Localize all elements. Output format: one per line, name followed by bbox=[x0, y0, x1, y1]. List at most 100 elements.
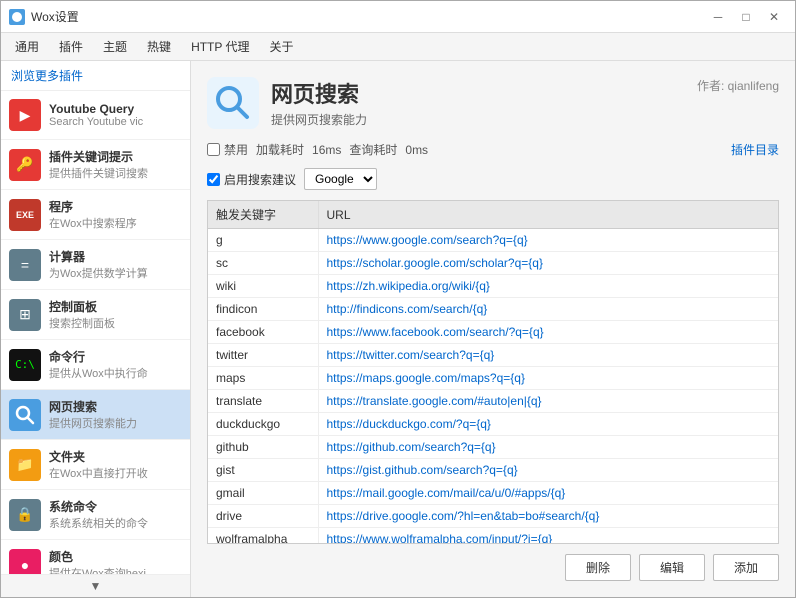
sidebar-scroll-down[interactable]: ▼ bbox=[1, 574, 190, 597]
table-row[interactable]: twitterhttps://twitter.com/search?q={q} bbox=[208, 344, 778, 367]
menubar: 通用 插件 主题 热键 HTTP 代理 关于 bbox=[1, 33, 795, 61]
sidebar-item-desc-2: 在Wox中搜索程序 bbox=[49, 215, 182, 231]
keyword-url-table: 触发关键字 URL ghttps://www.google.com/search… bbox=[208, 201, 778, 544]
sidebar-item-icon-1: 🔑 bbox=[9, 149, 41, 181]
table-row[interactable]: wikihttps://zh.wikipedia.org/wiki/{q} bbox=[208, 275, 778, 298]
url-cell: https://www.google.com/search?q={q} bbox=[318, 229, 778, 252]
disable-checkbox[interactable] bbox=[207, 143, 220, 156]
table-header-row: 触发关键字 URL bbox=[208, 201, 778, 229]
sidebar-item-icon-6 bbox=[9, 399, 41, 431]
menu-plugins[interactable]: 插件 bbox=[49, 34, 93, 59]
edit-button[interactable]: 编辑 bbox=[639, 554, 705, 581]
browse-more-plugins-link[interactable]: 浏览更多插件 bbox=[1, 61, 190, 91]
titlebar: Wox设置 ─ □ ✕ bbox=[1, 1, 795, 33]
sidebar-item-name-2: 程序 bbox=[49, 198, 182, 215]
sidebar-item-8[interactable]: 🔒系统命令系统系统相关的命令 bbox=[1, 490, 190, 540]
window-title: Wox设置 bbox=[31, 8, 79, 25]
sidebar-item-name-4: 控制面板 bbox=[49, 298, 182, 315]
sidebar-item-text-7: 文件夹在Wox中直接打开收 bbox=[49, 448, 182, 481]
url-cell: https://twitter.com/search?q={q} bbox=[318, 344, 778, 367]
table-row[interactable]: findiconhttp://findicons.com/search/{q} bbox=[208, 298, 778, 321]
content-area: 浏览更多插件 ▶Youtube QuerySearch Youtube vic🔑… bbox=[1, 61, 795, 597]
keyword-cell: gmail bbox=[208, 482, 318, 505]
table-row[interactable]: githubhttps://github.com/search?q={q} bbox=[208, 436, 778, 459]
table-row[interactable]: wolframalphahttps://www.wolframalpha.com… bbox=[208, 528, 778, 545]
sidebar-item-desc-1: 提供插件关键词搜索 bbox=[49, 165, 182, 181]
sidebar-item-icon-9: ● bbox=[9, 549, 41, 575]
sidebar-item-text-8: 系统命令系统系统相关的命令 bbox=[49, 498, 182, 531]
maximize-button[interactable]: □ bbox=[733, 7, 759, 27]
suggest-engine-select[interactable]: Google Baidu Bing bbox=[304, 168, 377, 190]
delete-button[interactable]: 删除 bbox=[565, 554, 631, 581]
menu-about[interactable]: 关于 bbox=[260, 34, 304, 59]
sidebar-item-name-0: Youtube Query bbox=[49, 102, 182, 116]
keyword-cell: wiki bbox=[208, 275, 318, 298]
url-cell: https://www.wolframalpha.com/input/?i={q… bbox=[318, 528, 778, 545]
sidebar-item-icon-0: ▶ bbox=[9, 99, 41, 131]
table-row[interactable]: translatehttps://translate.google.com/#a… bbox=[208, 390, 778, 413]
titlebar-controls: ─ □ ✕ bbox=[705, 7, 787, 27]
load-time-label: 加载耗时 bbox=[256, 141, 304, 158]
add-button[interactable]: 添加 bbox=[713, 554, 779, 581]
sidebar-item-icon-8: 🔒 bbox=[9, 499, 41, 531]
sidebar-item-desc-4: 搜索控制面板 bbox=[49, 315, 182, 331]
sidebar-item-6[interactable]: 网页搜索提供网页搜索能力 bbox=[1, 390, 190, 440]
sidebar-item-desc-6: 提供网页搜索能力 bbox=[49, 415, 182, 431]
keyword-cell: sc bbox=[208, 252, 318, 275]
menu-general[interactable]: 通用 bbox=[5, 34, 49, 59]
sidebar-item-2[interactable]: EXE 程序在Wox中搜索程序 bbox=[1, 190, 190, 240]
disable-checkbox-row: 禁用 bbox=[207, 141, 248, 158]
sidebar-item-text-4: 控制面板搜索控制面板 bbox=[49, 298, 182, 331]
search-suggest-row: 启用搜索建议 Google Baidu Bing bbox=[207, 168, 779, 190]
keyword-cell: drive bbox=[208, 505, 318, 528]
menu-hotkey[interactable]: 热键 bbox=[137, 34, 181, 59]
table-row[interactable]: duckduckgohttps://duckduckgo.com/?q={q} bbox=[208, 413, 778, 436]
sidebar: 浏览更多插件 ▶Youtube QuerySearch Youtube vic🔑… bbox=[1, 61, 191, 597]
sidebar-item-9[interactable]: ●颜色提供在Wox查询hexi bbox=[1, 540, 190, 574]
sidebar-item-3[interactable]: = 计算器为Wox提供数学计算 bbox=[1, 240, 190, 290]
minimize-button[interactable]: ─ bbox=[705, 7, 731, 27]
sidebar-item-name-5: 命令行 bbox=[49, 348, 182, 365]
col-header-keyword: 触发关键字 bbox=[208, 201, 318, 229]
sidebar-item-7[interactable]: 📁文件夹在Wox中直接打开收 bbox=[1, 440, 190, 490]
keyword-cell: translate bbox=[208, 390, 318, 413]
plugin-header-info: 网页搜索 提供网页搜索能力 bbox=[271, 77, 685, 128]
sidebar-item-icon-3: = bbox=[9, 249, 41, 281]
url-cell: https://www.facebook.com/search/?q={q} bbox=[318, 321, 778, 344]
sidebar-item-icon-2: EXE bbox=[9, 199, 41, 231]
sidebar-item-desc-3: 为Wox提供数学计算 bbox=[49, 265, 182, 281]
sidebar-item-name-3: 计算器 bbox=[49, 248, 182, 265]
table-row[interactable]: gisthttps://gist.github.com/search?q={q} bbox=[208, 459, 778, 482]
plugin-meta-row: 禁用 加载耗时 16ms 查询耗时 0ms 插件目录 bbox=[207, 141, 779, 158]
keyword-cell: facebook bbox=[208, 321, 318, 344]
table-row[interactable]: mapshttps://maps.google.com/maps?q={q} bbox=[208, 367, 778, 390]
menu-theme[interactable]: 主题 bbox=[93, 34, 137, 59]
table-row[interactable]: schttps://scholar.google.com/scholar?q={… bbox=[208, 252, 778, 275]
sidebar-item-icon-5: C:\ bbox=[9, 349, 41, 381]
table-row[interactable]: gmailhttps://mail.google.com/mail/ca/u/0… bbox=[208, 482, 778, 505]
url-cell: https://github.com/search?q={q} bbox=[318, 436, 778, 459]
url-cell: https://mail.google.com/mail/ca/u/0/#app… bbox=[318, 482, 778, 505]
sidebar-item-5[interactable]: C:\命令行提供从Wox中执行命 bbox=[1, 340, 190, 390]
url-cell: https://maps.google.com/maps?q={q} bbox=[318, 367, 778, 390]
suggest-checkbox[interactable] bbox=[207, 173, 220, 186]
table-row[interactable]: drivehttps://drive.google.com/?hl=en&tab… bbox=[208, 505, 778, 528]
disable-label: 禁用 bbox=[224, 141, 248, 158]
sidebar-item-text-1: 插件关键词提示提供插件关键词搜索 bbox=[49, 148, 182, 181]
sidebar-item-4[interactable]: ⊞控制面板搜索控制面板 bbox=[1, 290, 190, 340]
action-buttons: 删除 编辑 添加 bbox=[207, 544, 779, 581]
close-button[interactable]: ✕ bbox=[761, 7, 787, 27]
sidebar-item-icon-4: ⊞ bbox=[9, 299, 41, 331]
suggest-label: 启用搜索建议 bbox=[224, 171, 296, 188]
sidebar-item-1[interactable]: 🔑插件关键词提示提供插件关键词搜索 bbox=[1, 140, 190, 190]
keyword-cell: gist bbox=[208, 459, 318, 482]
keyword-cell: github bbox=[208, 436, 318, 459]
sidebar-item-icon-7: 📁 bbox=[9, 449, 41, 481]
url-cell: https://duckduckgo.com/?q={q} bbox=[318, 413, 778, 436]
table-row[interactable]: ghttps://www.google.com/search?q={q} bbox=[208, 229, 778, 252]
plugin-dir-link[interactable]: 插件目录 bbox=[731, 141, 779, 158]
menu-http-proxy[interactable]: HTTP 代理 bbox=[181, 34, 259, 59]
sidebar-item-0[interactable]: ▶Youtube QuerySearch Youtube vic bbox=[1, 91, 190, 140]
keyword-cell: findicon bbox=[208, 298, 318, 321]
table-row[interactable]: facebookhttps://www.facebook.com/search/… bbox=[208, 321, 778, 344]
